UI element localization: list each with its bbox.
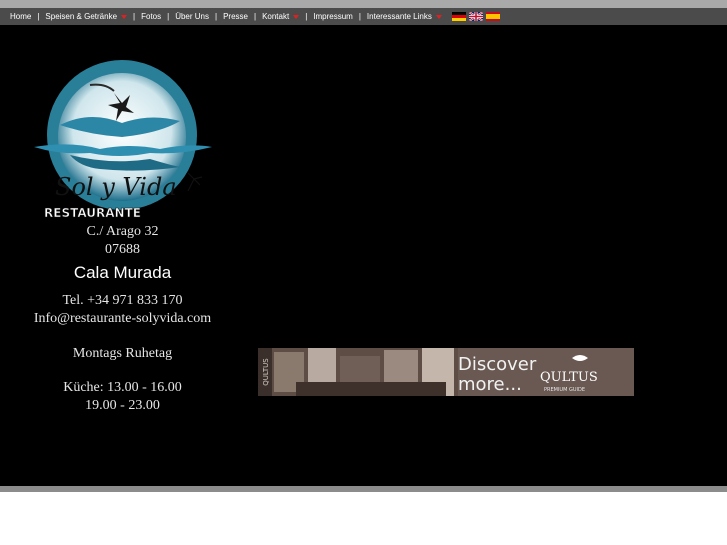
- nav-separator: |: [253, 12, 257, 21]
- nav-impressum[interactable]: Impressum: [313, 12, 353, 21]
- address-street: C./ Arago 32: [86, 224, 159, 239]
- nav-separator: |: [215, 12, 218, 21]
- nav-speisen-getraenke[interactable]: Speisen & Getränke: [45, 12, 128, 21]
- top-strip: [0, 0, 727, 8]
- email-link[interactable]: Info@restaurante-solyvida.com: [10, 310, 235, 327]
- nav-interessante-links[interactable]: Interessante Links: [367, 12, 442, 21]
- banner-side-label: QULTUS: [262, 358, 270, 386]
- page-content: Sol y Vida RESTAURANTE C./ Arago 32 0768…: [0, 25, 727, 486]
- flag-de-icon[interactable]: [451, 12, 466, 21]
- flag-es-icon[interactable]: [485, 12, 500, 21]
- address-zip: 07688: [105, 242, 140, 257]
- dropdown-arrow-icon: [121, 14, 128, 19]
- banner-headline-1: Discover: [458, 354, 537, 375]
- nav-presse-label: Presse: [223, 12, 248, 21]
- nav-separator: |: [358, 12, 361, 21]
- nav-presse[interactable]: Presse: [223, 12, 248, 21]
- closed-day: Montags Ruhetag: [72, 346, 173, 361]
- nav-home[interactable]: Home: [10, 12, 31, 21]
- nav-links-label: Interessante Links: [366, 12, 432, 21]
- nav-separator: |: [133, 12, 136, 21]
- nav-fotos-label: Fotos: [141, 12, 162, 21]
- restaurant-logo[interactable]: Sol y Vida RESTAURANTE: [30, 55, 215, 230]
- dropdown-arrow-icon: [435, 14, 442, 19]
- banner-headline-2: more...: [458, 374, 522, 395]
- nav-separator: |: [167, 12, 170, 21]
- kitchen-hours-evening: 19.00 - 23.00: [85, 398, 160, 413]
- flag-uk-icon[interactable]: [468, 12, 483, 21]
- logo-name: Sol y Vida: [55, 173, 177, 201]
- qultus-banner[interactable]: QULTUS Discover more... QULTUS PREMIUM G…: [258, 348, 634, 396]
- nav-speisen-label: Speisen & Getränke: [45, 12, 118, 21]
- phone-number: Tel. +34 971 833 170: [62, 293, 183, 308]
- nav-home-label: Home: [10, 12, 32, 21]
- main-navigation: Home | Speisen & Getränke | Fotos | Über…: [0, 8, 727, 25]
- nav-ueber-uns-label: Über Uns: [175, 12, 209, 21]
- nav-ueber-uns[interactable]: Über Uns: [175, 12, 209, 21]
- nav-kontakt[interactable]: Kontakt: [262, 12, 300, 21]
- dropdown-arrow-icon: [293, 14, 300, 19]
- banner-brand-sub: PREMIUM GUIDE: [544, 387, 585, 393]
- nav-kontakt-label: Kontakt: [262, 12, 290, 21]
- banner-brand: QULTUS: [540, 370, 598, 385]
- bottom-strip: [0, 486, 727, 492]
- nav-fotos[interactable]: Fotos: [141, 12, 161, 21]
- nav-impressum-label: Impressum: [313, 12, 353, 21]
- language-flags: [451, 12, 500, 21]
- nav-separator: |: [37, 12, 40, 21]
- nav-separator: |: [305, 12, 308, 21]
- address-city: Cala Murada: [73, 263, 172, 282]
- logo-subtitle: RESTAURANTE: [44, 206, 141, 220]
- kitchen-hours: Küche: 13.00 - 16.00: [63, 380, 182, 395]
